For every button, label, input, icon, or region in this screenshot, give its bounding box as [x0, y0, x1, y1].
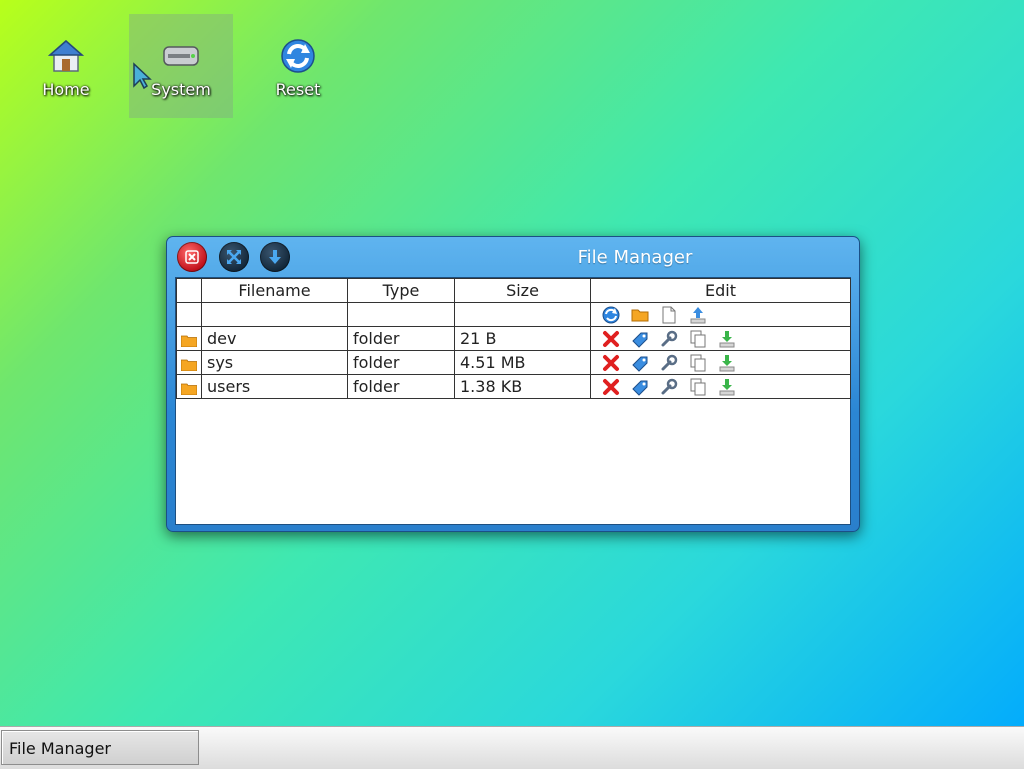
toolbar-row — [176, 302, 851, 327]
toolbar-blank-cell — [176, 302, 202, 327]
home-icon — [46, 36, 86, 76]
toolbar-actions — [590, 302, 851, 327]
toolbar-blank-cell — [347, 302, 455, 327]
folder-icon-cell — [176, 374, 202, 399]
row-type: folder — [347, 374, 455, 399]
row-type: folder — [347, 350, 455, 375]
toolbar-blank-cell — [454, 302, 591, 327]
properties-icon[interactable] — [659, 353, 679, 373]
table-header-row: Filename Type Size Edit — [176, 278, 851, 303]
file-table: Filename Type Size Edit dev folder 21 B … — [176, 278, 851, 399]
folder-icon-cell — [176, 326, 202, 351]
row-filename[interactable]: dev — [201, 326, 348, 351]
header-filename[interactable]: Filename — [201, 278, 348, 303]
desktop-icon-label: Home — [42, 80, 90, 99]
folder-icon — [181, 383, 197, 395]
properties-icon[interactable] — [659, 377, 679, 397]
file-manager-window: File Manager Filename Type Size Edit dev… — [166, 236, 860, 532]
desktop-icon-label: Reset — [275, 80, 321, 99]
rename-icon[interactable] — [630, 329, 650, 349]
delete-icon[interactable] — [601, 377, 621, 397]
window-titlebar[interactable]: File Manager — [167, 237, 859, 277]
maximize-button[interactable] — [219, 242, 249, 272]
new-folder-icon[interactable] — [630, 305, 650, 325]
download-icon[interactable] — [717, 353, 737, 373]
desktop-icon-label: System — [151, 80, 211, 99]
close-icon — [185, 250, 199, 264]
table-row[interactable]: sys folder 4.51 MB — [176, 350, 851, 375]
table-row[interactable]: users folder 1.38 KB — [176, 374, 851, 399]
desktop-icon-home[interactable]: Home — [14, 14, 118, 118]
delete-icon[interactable] — [601, 329, 621, 349]
header-edit: Edit — [590, 278, 851, 303]
row-actions — [590, 326, 851, 351]
row-filename[interactable]: sys — [201, 350, 348, 375]
row-type: folder — [347, 326, 455, 351]
new-file-icon[interactable] — [659, 305, 679, 325]
header-size[interactable]: Size — [454, 278, 591, 303]
minimize-button[interactable] — [260, 242, 290, 272]
copy-icon[interactable] — [688, 329, 708, 349]
toolbar-blank-cell — [201, 302, 348, 327]
taskbar-item-file-manager[interactable]: File Manager — [1, 730, 199, 765]
drive-icon — [161, 36, 201, 76]
folder-icon-cell — [176, 350, 202, 375]
rename-icon[interactable] — [630, 377, 650, 397]
copy-icon[interactable] — [688, 377, 708, 397]
row-size: 1.38 KB — [454, 374, 591, 399]
table-row[interactable]: dev folder 21 B — [176, 326, 851, 351]
delete-icon[interactable] — [601, 353, 621, 373]
header-type[interactable]: Type — [347, 278, 455, 303]
row-filename[interactable]: users — [201, 374, 348, 399]
row-actions — [590, 350, 851, 375]
desktop-icon-reset[interactable]: Reset — [246, 14, 350, 118]
refresh-icon[interactable] — [601, 305, 621, 325]
window-title: File Manager — [577, 247, 693, 268]
folder-icon — [181, 335, 197, 347]
file-list-panel: Filename Type Size Edit dev folder 21 B … — [175, 277, 851, 525]
row-size: 4.51 MB — [454, 350, 591, 375]
row-size: 21 B — [454, 326, 591, 351]
download-icon[interactable] — [717, 377, 737, 397]
copy-icon[interactable] — [688, 353, 708, 373]
header-icon-cell — [176, 278, 202, 303]
reset-icon — [278, 36, 318, 76]
upload-icon[interactable] — [688, 305, 708, 325]
taskbar: File Manager — [0, 726, 1024, 769]
rename-icon[interactable] — [630, 353, 650, 373]
properties-icon[interactable] — [659, 329, 679, 349]
mouse-cursor-icon — [132, 62, 152, 94]
minimize-icon — [269, 250, 281, 264]
close-button[interactable] — [177, 242, 207, 272]
maximize-icon — [227, 250, 241, 264]
folder-icon — [181, 359, 197, 371]
download-icon[interactable] — [717, 329, 737, 349]
row-actions — [590, 374, 851, 399]
